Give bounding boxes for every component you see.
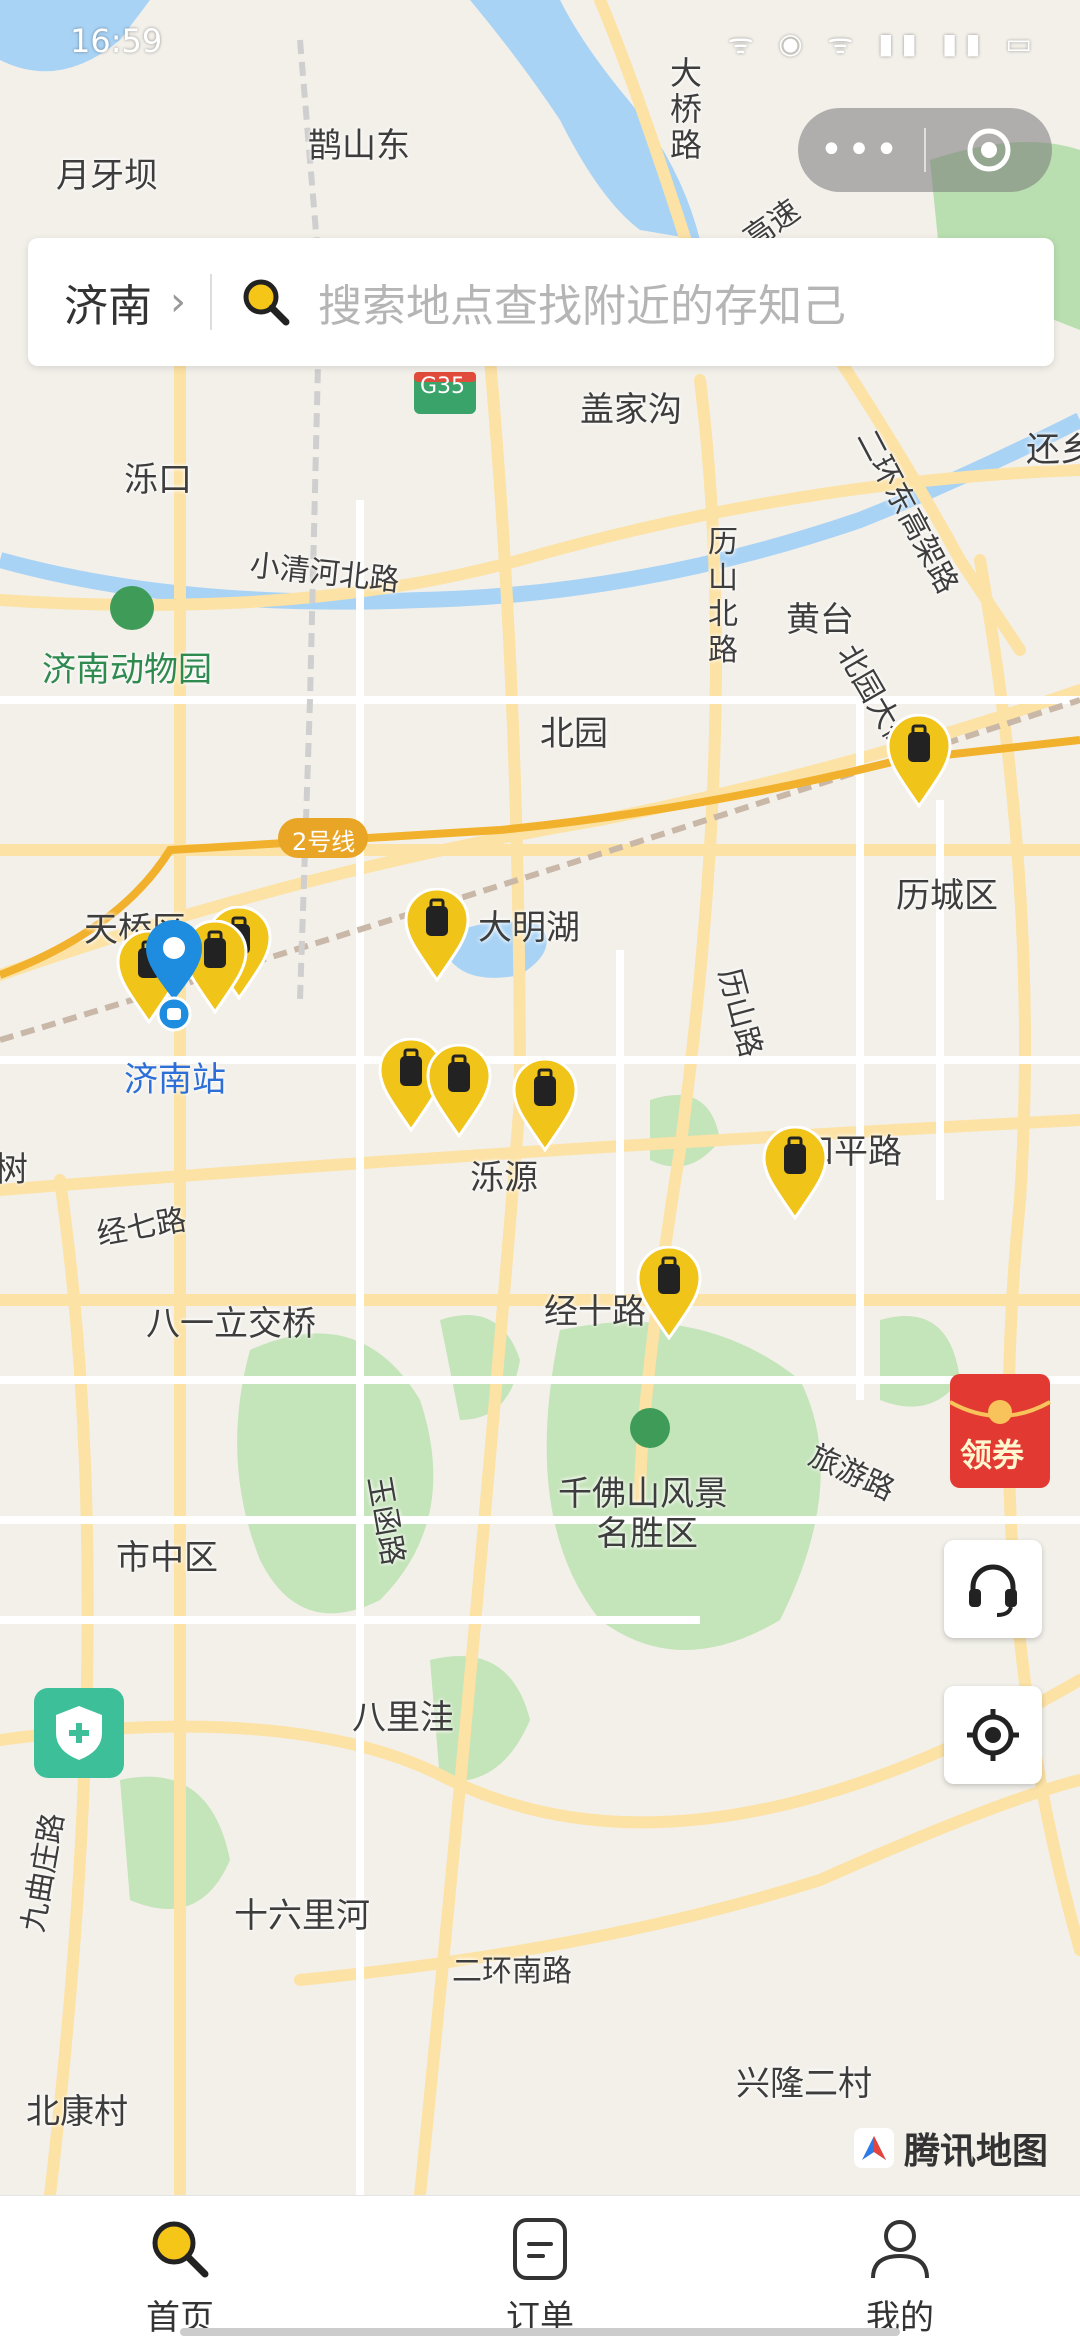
map-label: 名胜区 bbox=[596, 1514, 698, 1554]
map-label: 泺源 bbox=[470, 1158, 538, 1198]
map-label: 八一立交桥 bbox=[146, 1304, 316, 1344]
search-input[interactable]: 搜索地点查找附近的存知己 bbox=[318, 270, 846, 334]
station-pin[interactable] bbox=[144, 920, 204, 1032]
highway-badge: G35 bbox=[420, 374, 466, 399]
metro-badge: 2号线 bbox=[292, 828, 356, 856]
map-label: 历城区 bbox=[896, 876, 998, 916]
map-label: 市中区 bbox=[116, 1538, 218, 1578]
map-provider-logo: 腾讯地图 bbox=[852, 2122, 1048, 2174]
map-label: 树 bbox=[0, 1150, 28, 1190]
headset-icon bbox=[969, 1564, 1017, 1617]
tab-home[interactable]: 首页 bbox=[0, 2196, 360, 2341]
customer-service-button[interactable] bbox=[944, 1540, 1042, 1638]
map-label: 十六里河 bbox=[234, 1896, 370, 1936]
safety-shield-button[interactable] bbox=[34, 1688, 124, 1778]
miniprogram-capsule: ••• bbox=[798, 108, 1052, 192]
map-label: 大明湖 bbox=[478, 908, 580, 948]
tencent-map-icon bbox=[854, 2128, 894, 2168]
divider bbox=[210, 274, 212, 330]
map-label: 鹊山东 bbox=[308, 126, 410, 166]
locate-icon bbox=[967, 1709, 1019, 1761]
map-label: 历山北路 bbox=[708, 525, 738, 668]
chevron-right-icon: › bbox=[170, 279, 186, 325]
map-label: 经十路 bbox=[544, 1292, 646, 1332]
tab-orders[interactable]: 订单 bbox=[360, 2196, 720, 2341]
map-label: 月牙坝 bbox=[56, 156, 158, 196]
status-indicators: ᯤ ◉ ᯤ ▮▮ ▮▮ ▭ bbox=[727, 27, 1040, 60]
status-bar: 16:59 ᯤ ◉ ᯤ ▮▮ ▮▮ ▭ bbox=[0, 0, 1080, 90]
map-label: 还乡 bbox=[1026, 430, 1080, 470]
person-icon bbox=[871, 2220, 929, 2279]
map-label: 北园 bbox=[540, 714, 608, 754]
coupon-button[interactable]: 领券 bbox=[948, 1372, 1052, 1490]
search-bar[interactable]: 济南 › 搜索地点查找附近的存知己 bbox=[28, 238, 1054, 366]
storage-pin[interactable] bbox=[426, 1043, 492, 1139]
close-circle-icon bbox=[967, 128, 1011, 172]
coupon-label: 领券 bbox=[960, 1436, 1025, 1474]
map-label: 兴隆二村 bbox=[736, 2064, 872, 2104]
document-icon bbox=[513, 2218, 567, 2280]
storage-pin[interactable] bbox=[404, 887, 470, 983]
locate-button[interactable] bbox=[944, 1686, 1042, 1784]
tab-profile[interactable]: 我的 bbox=[720, 2196, 1080, 2341]
bottom-tab-bar: 首页 订单 我的 bbox=[0, 2195, 1080, 2341]
map-label: 黄台 bbox=[786, 600, 854, 640]
map-label: 二环南路 bbox=[452, 1954, 572, 1989]
storage-pin[interactable] bbox=[886, 713, 952, 809]
storage-pin[interactable] bbox=[636, 1245, 702, 1341]
storage-pin[interactable] bbox=[762, 1125, 828, 1221]
home-indicator bbox=[180, 2328, 900, 2336]
map-provider-text: 腾讯地图 bbox=[904, 2131, 1049, 2172]
map-label: 八里洼 bbox=[352, 1698, 454, 1738]
search-icon bbox=[243, 279, 290, 326]
search-icon bbox=[152, 2221, 209, 2278]
storage-pin[interactable] bbox=[512, 1057, 578, 1153]
shield-icon bbox=[56, 1706, 102, 1760]
map-label: 盖家沟 bbox=[580, 390, 682, 430]
city-selector[interactable]: 济南 bbox=[64, 270, 152, 334]
map-label: 泺口 bbox=[124, 460, 192, 500]
close-button[interactable] bbox=[926, 126, 1052, 174]
status-time: 16:59 bbox=[70, 22, 163, 60]
map-label: 北康村 bbox=[26, 2092, 128, 2132]
map-label: 济南动物园 bbox=[42, 650, 212, 690]
more-button[interactable]: ••• bbox=[798, 127, 924, 173]
map-label: 济南站 bbox=[124, 1060, 226, 1100]
